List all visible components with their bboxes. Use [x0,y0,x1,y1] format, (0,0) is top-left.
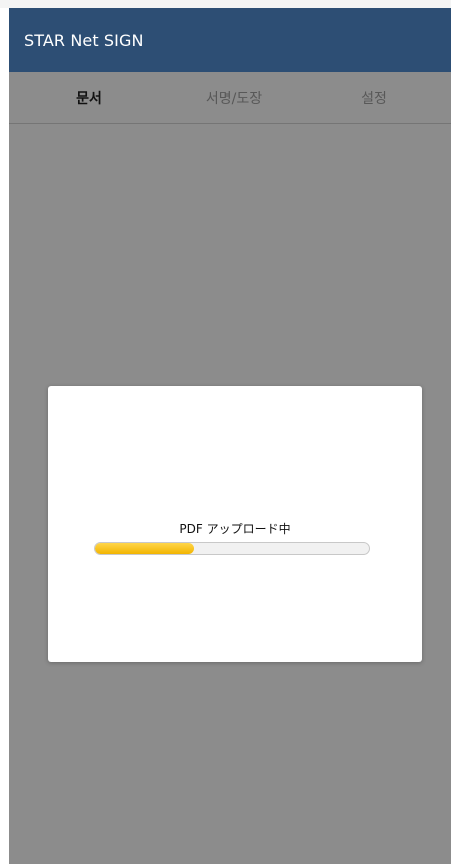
upload-progress-bar [94,542,370,555]
upload-progress-fill [95,543,194,554]
app-screen: STAR Net SIGN 문서 서명/도장 설정 PDF アップロード中 [0,0,451,864]
app-title: STAR Net SIGN [24,30,144,50]
app-header: STAR Net SIGN [9,8,451,72]
status-bar [0,0,451,8]
upload-status-message: PDF アップロード中 [179,522,291,536]
upload-progress-dialog: PDF アップロード中 [48,386,422,662]
